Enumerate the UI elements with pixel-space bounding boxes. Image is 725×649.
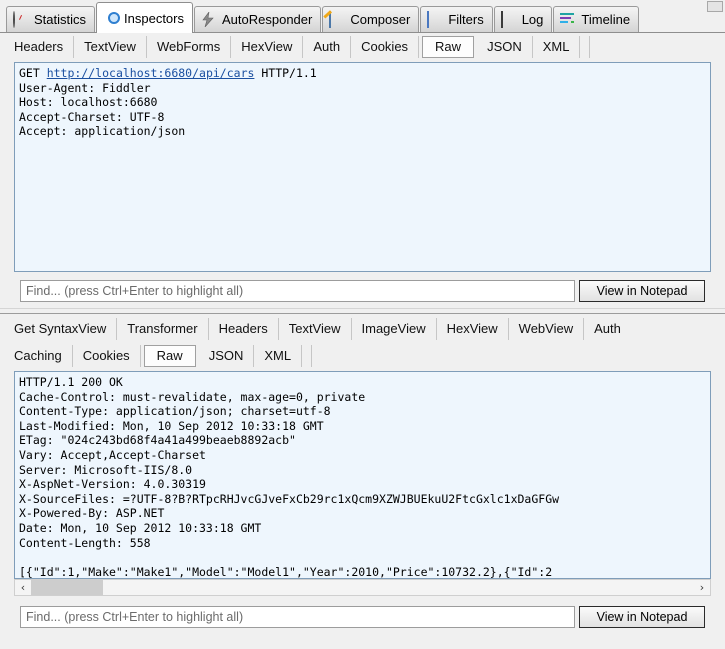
request-tab-xml[interactable]: XML: [533, 35, 581, 58]
response-find-bar: Find... (press Ctrl+Enter to highlight a…: [14, 605, 711, 629]
response-pane: Get SyntaxView Transformer Headers TextV…: [0, 315, 725, 649]
request-tab-overflow: [580, 35, 591, 58]
request-tab-headers[interactable]: Headers: [4, 35, 75, 58]
response-tab-headers[interactable]: Headers: [209, 317, 279, 340]
scroll-left-arrow-icon[interactable]: ‹: [15, 580, 31, 595]
request-tab-auth[interactable]: Auth: [303, 35, 352, 58]
response-tab-cookies[interactable]: Cookies: [73, 344, 141, 367]
request-raw-textarea[interactable]: GET http://localhost:6680/api/cars HTTP/…: [14, 62, 711, 272]
response-tab-transformer[interactable]: Transformer: [117, 317, 209, 340]
main-tab-autoresponder[interactable]: AutoResponder: [194, 6, 322, 32]
pane-splitter[interactable]: [0, 308, 725, 314]
response-headers-text: HTTP/1.1 200 OK Cache-Control: must-reva…: [19, 375, 560, 550]
request-headers-text: User-Agent: Fiddler Host: localhost:6680…: [19, 80, 186, 139]
request-tab-cookies[interactable]: Cookies: [351, 35, 420, 58]
main-tab-label: Filters: [448, 12, 484, 27]
request-tab-textview[interactable]: TextView: [74, 35, 147, 58]
response-tab-caching[interactable]: Caching: [4, 344, 73, 367]
response-tab-xml[interactable]: XML: [254, 344, 303, 367]
fiddler-inspectors-window: Statistics Inspectors AutoResponder Comp…: [0, 0, 725, 649]
response-tab-textview[interactable]: TextView: [279, 317, 352, 340]
compose-icon: [329, 10, 345, 28]
lightning-icon-svg: [202, 11, 214, 27]
main-tab-label: Log: [521, 12, 544, 27]
response-tab-raw[interactable]: Raw: [143, 344, 196, 367]
request-tab-json[interactable]: JSON: [477, 35, 533, 58]
main-tab-label: Inspectors: [124, 10, 184, 26]
main-tab-filters[interactable]: Filters: [420, 6, 493, 32]
response-tab-overflow: [302, 344, 313, 367]
request-tab-webforms[interactable]: WebForms: [147, 35, 232, 58]
lightning-icon: [201, 11, 217, 28]
response-tab-auth[interactable]: Auth: [584, 318, 631, 340]
request-tab-hexview[interactable]: HexView: [231, 35, 304, 58]
response-view-in-notepad-button[interactable]: View in Notepad: [579, 606, 705, 628]
response-horizontal-scrollbar[interactable]: ‹ ›: [14, 579, 711, 596]
request-http-version: HTTP/1.1: [254, 66, 317, 80]
response-tab-imageview[interactable]: ImageView: [352, 317, 437, 340]
main-tab-statistics[interactable]: Statistics: [6, 6, 96, 32]
request-find-bar: Find... (press Ctrl+Enter to highlight a…: [14, 279, 711, 303]
response-tab-hexview[interactable]: HexView: [437, 317, 509, 340]
request-find-input[interactable]: Find... (press Ctrl+Enter to highlight a…: [20, 280, 575, 302]
response-find-input[interactable]: Find... (press Ctrl+Enter to highlight a…: [20, 606, 575, 628]
main-tab-label: AutoResponder: [222, 12, 313, 27]
request-tab-row: Headers TextView WebForms HexView Auth C…: [0, 33, 725, 60]
main-tab-label: Timeline: [581, 12, 631, 27]
request-view-in-notepad-button[interactable]: View in Notepad: [579, 280, 705, 302]
response-tab-webview[interactable]: WebView: [509, 317, 585, 340]
main-tab-timeline[interactable]: Timeline: [553, 6, 640, 32]
main-tab-inspectors[interactable]: Inspectors: [96, 2, 193, 33]
response-raw-textarea[interactable]: HTTP/1.1 200 OK Cache-Control: must-reva…: [14, 371, 711, 579]
main-tab-label: Statistics: [34, 12, 87, 27]
response-tab-row-2: Caching Cookies Raw JSON XML: [0, 342, 725, 369]
response-body-text: [{"Id":1,"Make":"Make1","Model":"Model1"…: [19, 564, 553, 579]
response-tab-json[interactable]: JSON: [199, 344, 255, 367]
checkbox-icon: [427, 10, 443, 28]
request-method: GET: [19, 66, 47, 80]
main-tab-log[interactable]: Log: [493, 6, 553, 32]
inspectors-icon: [103, 10, 119, 26]
response-tab-row-1: Get SyntaxView Transformer Headers TextV…: [0, 315, 725, 342]
response-tab-get-syntaxview[interactable]: Get SyntaxView: [4, 317, 118, 340]
window-restore-button[interactable]: [707, 1, 723, 12]
scroll-right-arrow-icon[interactable]: ›: [694, 580, 710, 595]
log-icon: [500, 10, 517, 28]
timeline-icon: [560, 12, 576, 28]
stopwatch-icon: [13, 10, 29, 28]
request-pane: Headers TextView WebForms HexView Auth C…: [0, 33, 725, 308]
main-tab-label: Composer: [350, 12, 411, 27]
main-tab-composer[interactable]: Composer: [322, 6, 420, 32]
scrollbar-thumb[interactable]: [31, 580, 103, 595]
request-tab-raw[interactable]: Raw: [422, 35, 475, 58]
scrollbar-track[interactable]: [31, 580, 694, 595]
main-tab-strip: Statistics Inspectors AutoResponder Comp…: [0, 0, 725, 33]
request-url-link[interactable]: http://localhost:6680/api/cars: [47, 66, 255, 80]
